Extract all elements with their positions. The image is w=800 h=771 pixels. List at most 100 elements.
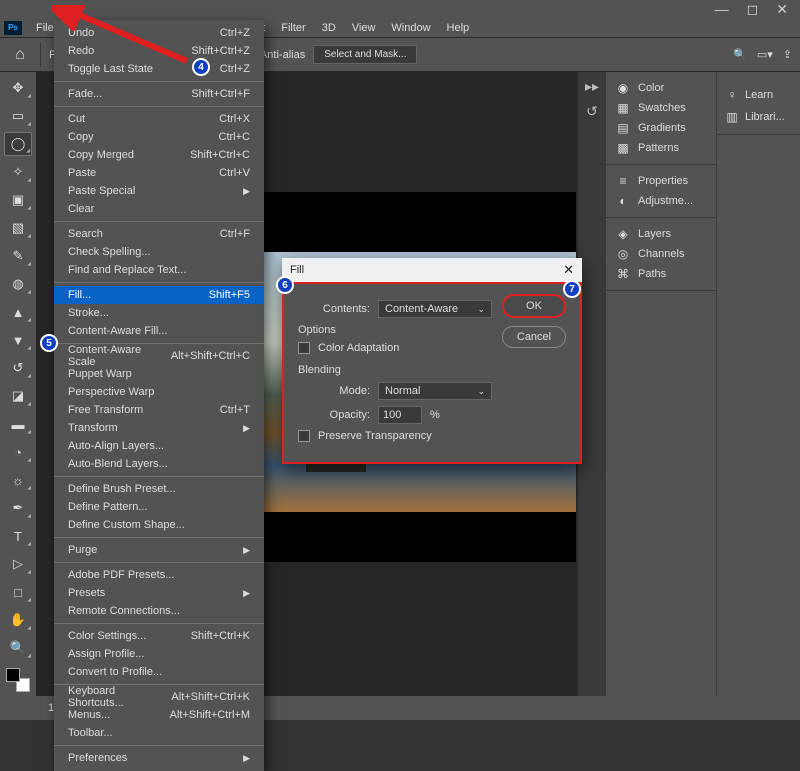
zoom-tool[interactable]: 🔍◢ [4,636,32,660]
hand-tool[interactable]: ✋◢ [4,608,32,632]
menu-item-define-custom-shape[interactable]: Define Custom Shape... [54,516,264,534]
menu-item-free-transform[interactable]: Free TransformCtrl+T [54,401,264,419]
menu-item-paste[interactable]: PasteCtrl+V [54,164,264,182]
menu-item-content-aware-scale[interactable]: Content-Aware ScaleAlt+Shift+Ctrl+C [54,347,264,365]
eyedropper-tool[interactable]: ✎◢ [4,244,32,268]
panel-properties[interactable]: ≡Properties [606,171,716,191]
clone-stamp-tool[interactable]: ▼◢ [4,328,32,352]
menu-item-content-aware-fill[interactable]: Content-Aware Fill... [54,322,264,340]
menu-item-label: Paste [68,167,96,179]
menu-item-fill[interactable]: Fill...Shift+F5 [54,286,264,304]
menu-item-toolbar[interactable]: Toolbar... [54,724,264,742]
menu-item-presets[interactable]: Presets▶ [54,584,264,602]
share-icon[interactable]: ⇪ [783,48,792,61]
menu-item-convert-to-profile[interactable]: Convert to Profile... [54,663,264,681]
panel-channels[interactable]: ◎Channels [606,244,716,264]
history-brush-tool[interactable]: ↺◢ [4,356,32,380]
menu-item-undo[interactable]: UndoCtrl+Z [54,24,264,42]
rectangle-tool[interactable]: □◢ [4,580,32,604]
lasso-tool[interactable]: ◯◢ [4,132,32,156]
menu-item-paste-special[interactable]: Paste Special▶ [54,182,264,200]
menu-item-find-and-replace-text[interactable]: Find and Replace Text... [54,261,264,279]
select-and-mask-button[interactable]: Select and Mask... [313,45,417,64]
panel-adjustme...[interactable]: ◐Adjustme... [606,191,716,211]
pen-tool[interactable]: ✒◢ [4,496,32,520]
panel-color[interactable]: ◉Color [606,78,716,98]
menu-item-define-brush-preset[interactable]: Define Brush Preset... [54,480,264,498]
move-tool[interactable]: ✥◢ [4,76,32,100]
healing-brush-tool[interactable]: ◍◢ [4,272,32,296]
collapsed-dock[interactable]: ▸▸ ↺ [578,72,606,696]
menu-item-adobe-pdf-presets[interactable]: Adobe PDF Presets... [54,566,264,584]
type-tool[interactable]: T◢ [4,524,32,548]
minimize-button[interactable]: — [715,1,729,17]
history-icon[interactable]: ↺ [586,103,598,120]
menu-item-preferences[interactable]: Preferences▶ [54,749,264,767]
menu-item-search[interactable]: SearchCtrl+F [54,225,264,243]
menu-item-toggle-last-state[interactable]: Toggle Last StateCtrl+Z [54,60,264,78]
menu-window[interactable]: Window [383,20,438,36]
menu-item-copy[interactable]: CopyCtrl+C [54,128,264,146]
magic-wand-tool[interactable]: ✧◢ [4,160,32,184]
menu-item-color-settings[interactable]: Color Settings...Shift+Ctrl+K [54,627,264,645]
panel-label: Gradients [638,122,686,134]
menu-item-check-spelling[interactable]: Check Spelling... [54,243,264,261]
cancel-button[interactable]: Cancel [502,326,566,348]
ok-button[interactable]: OK [502,294,566,318]
menu-help[interactable]: Help [439,20,478,36]
contents-select[interactable]: Content-Aware ⌄ [378,300,492,318]
preserve-transparency-checkbox[interactable] [298,430,310,442]
opacity-input[interactable]: 100 [378,406,422,424]
menu-item-clear[interactable]: Clear [54,200,264,218]
menu-item-auto-blend-layers[interactable]: Auto-Blend Layers... [54,455,264,473]
blur-tool[interactable]: ◔◢ [4,440,32,464]
search-icon[interactable]: 🔍 [733,48,747,61]
menu-filter[interactable]: Filter [273,20,313,36]
menu-item-assign-profile[interactable]: Assign Profile... [54,645,264,663]
menu-3d[interactable]: 3D [314,20,344,36]
foreground-background-colors[interactable] [6,668,30,692]
dodge-tool[interactable]: ☼◢ [4,468,32,492]
menu-item-label: Purge [68,544,97,556]
workspace-icon[interactable]: ▭▾ [757,48,773,61]
mode-select[interactable]: Normal ⌄ [378,382,492,400]
frame-tool[interactable]: ▧◢ [4,216,32,240]
panel-learn[interactable]: ♀Learn [717,84,800,106]
menu-item-label: Adobe PDF Presets... [68,569,174,581]
menu-item-perspective-warp[interactable]: Perspective Warp [54,383,264,401]
maximize-button[interactable]: ◻ [747,1,759,18]
panel-gradients[interactable]: ▤Gradients [606,118,716,138]
menu-item-label: Perspective Warp [68,386,154,398]
eraser-tool[interactable]: ◪◢ [4,384,32,408]
chevron-down-icon: ⌄ [477,386,485,397]
path-select-tool[interactable]: ▷◢ [4,552,32,576]
menu-item-remote-connections[interactable]: Remote Connections... [54,602,264,620]
dock-icon[interactable]: ▸▸ [585,78,599,95]
close-button[interactable]: ✕ [776,1,788,18]
menu-item-cut[interactable]: CutCtrl+X [54,110,264,128]
brush-tool[interactable]: ▲◢ [4,300,32,324]
menu-item-fade[interactable]: Fade...Shift+Ctrl+F [54,85,264,103]
menu-item-copy-merged[interactable]: Copy MergedShift+Ctrl+C [54,146,264,164]
menu-item-auto-align-layers[interactable]: Auto-Align Layers... [54,437,264,455]
menu-item-redo[interactable]: RedoShift+Ctrl+Z [54,42,264,60]
crop-tool[interactable]: ▣◢ [4,188,32,212]
panel-swatches[interactable]: ▦Swatches [606,98,716,118]
panel-label: Learn [745,89,773,101]
gradient-tool[interactable]: ▬◢ [4,412,32,436]
menu-item-define-pattern[interactable]: Define Pattern... [54,498,264,516]
menu-item-purge[interactable]: Purge▶ [54,541,264,559]
dialog-close-icon[interactable]: ✕ [563,262,574,278]
menu-item-transform[interactable]: Transform▶ [54,419,264,437]
menu-item-stroke[interactable]: Stroke... [54,304,264,322]
panel-patterns[interactable]: ▩Patterns [606,138,716,158]
menu-item-keyboard-shortcuts[interactable]: Keyboard Shortcuts...Alt+Shift+Ctrl+K [54,688,264,706]
menu-view[interactable]: View [344,20,384,36]
marquee-tool[interactable]: ▭◢ [4,104,32,128]
panel-librari...[interactable]: ▥Librari... [717,106,800,128]
color-adaptation-checkbox[interactable] [298,342,310,354]
panel-paths[interactable]: ⌘Paths [606,264,716,284]
dialog-titlebar[interactable]: Fill ✕ [282,258,582,282]
panel-layers[interactable]: ◈Layers [606,224,716,244]
home-button[interactable]: ⌂ [8,46,32,64]
